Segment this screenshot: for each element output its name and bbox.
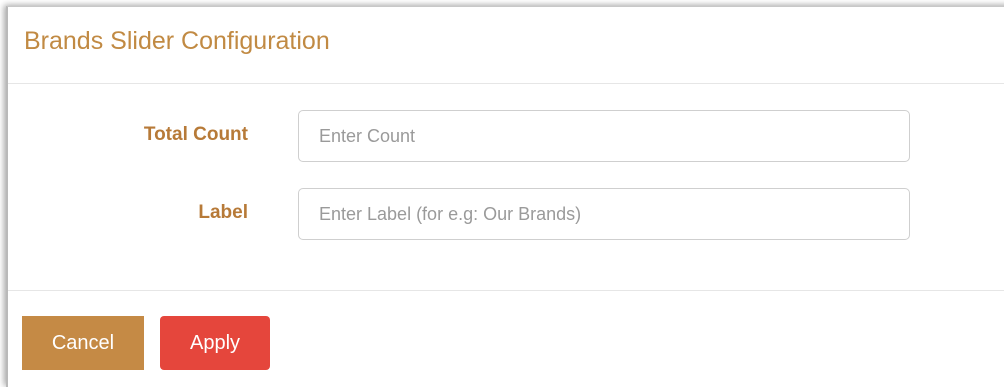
label-field-label: Label <box>198 202 248 223</box>
cancel-button[interactable]: Cancel <box>22 316 144 370</box>
total-count-input[interactable] <box>298 110 910 162</box>
dialog-header: Brands Slider Configuration <box>8 7 1004 84</box>
brands-slider-config-dialog: Brands Slider Configuration Total Count … <box>6 6 1004 387</box>
dialog-body: Total Count Label <box>8 84 1004 291</box>
dialog-footer: Cancel Apply <box>8 291 1004 371</box>
label-input[interactable] <box>298 188 910 240</box>
apply-button[interactable]: Apply <box>160 316 270 370</box>
total-count-label: Total Count <box>143 124 248 145</box>
dialog-title: Brands Slider Configuration <box>24 27 330 55</box>
total-count-row: Total Count <box>8 110 1004 164</box>
label-row: Label <box>8 188 1004 242</box>
